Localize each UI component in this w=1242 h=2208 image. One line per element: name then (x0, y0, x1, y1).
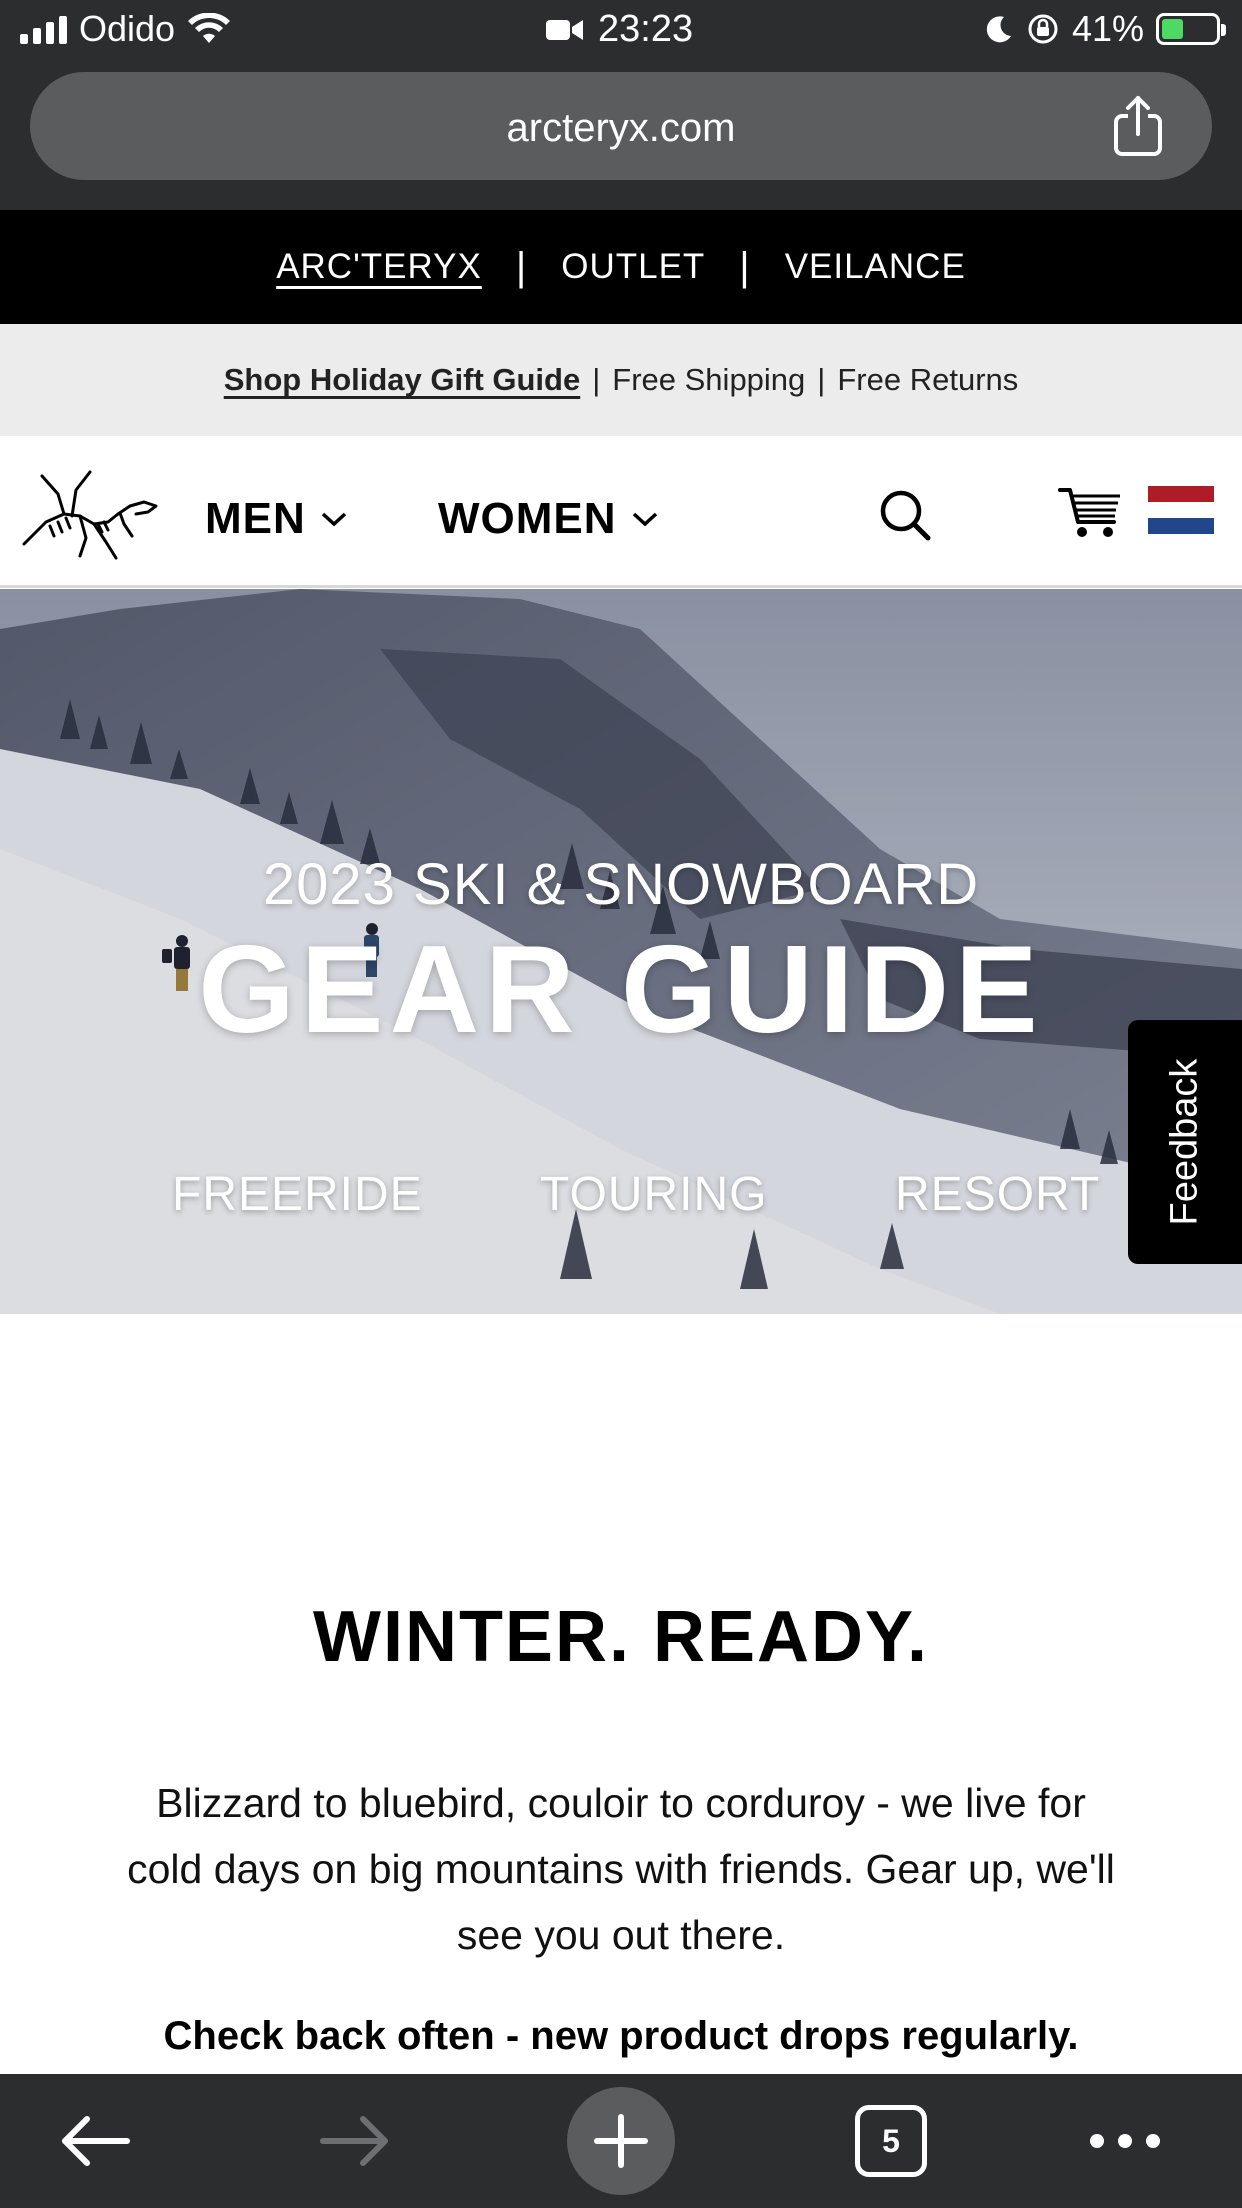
netherlands-flag-icon[interactable] (1148, 486, 1214, 534)
moon-icon (986, 16, 1011, 43)
browser-toolbar: arcteryx.com (0, 62, 1242, 210)
battery-percent: 41% (1071, 8, 1144, 49)
main-nav: MEN WOMEN (0, 436, 1242, 588)
feedback-label: Feedback (1163, 1058, 1206, 1226)
share-icon[interactable] (1108, 94, 1168, 158)
free-returns-text: Free Returns (837, 362, 1019, 397)
forward-button[interactable] (300, 2074, 410, 2208)
hero-banner[interactable]: 2023 SKI & SNOWBOARD GEAR GUIDE FREERIDE… (0, 589, 1242, 1314)
hero-link-resort[interactable]: RESORT (895, 1167, 1100, 1222)
cart-icon[interactable] (1058, 484, 1122, 540)
rotation-lock-icon (1028, 14, 1058, 44)
video-camera-icon (546, 19, 583, 40)
brand-link-outlet[interactable]: OUTLET (561, 247, 705, 287)
divider: | (592, 362, 601, 397)
feedback-tab[interactable]: Feedback (1128, 1020, 1242, 1264)
nav-women-label: WOMEN (438, 494, 617, 543)
arrow-left-icon (62, 2116, 130, 2166)
section-body: Blizzard to bluebird, couloir to corduro… (127, 1780, 1115, 1958)
wifi-icon (188, 13, 231, 43)
carrier-name: Odido (79, 8, 176, 49)
status-left: Odido (20, 8, 231, 50)
section-heading: WINTER. READY. (312, 1597, 930, 1677)
cellular-signal-icon (20, 14, 67, 44)
chevron-down-icon (321, 512, 346, 527)
search-icon[interactable] (878, 488, 932, 542)
gift-guide-link[interactable]: Shop Holiday Gift Guide (224, 362, 581, 398)
hero-link-touring[interactable]: TOURING (540, 1167, 767, 1222)
divider: | (739, 244, 751, 289)
battery-icon (1156, 13, 1226, 45)
divider: | (817, 362, 826, 397)
arrow-right-icon (320, 2116, 388, 2166)
hero-subtitle: 2023 SKI & SNOWBOARD (262, 852, 980, 917)
address-bar[interactable]: arcteryx.com (30, 72, 1212, 180)
brand-link-veilance[interactable]: VEILANCE (785, 247, 966, 287)
tabs-button[interactable]: 5 (836, 2074, 946, 2208)
divider: | (515, 244, 528, 289)
nav-men[interactable]: MEN (205, 494, 348, 544)
nav-men-label: MEN (205, 494, 306, 543)
status-bar: Odido 23:23 41% (0, 0, 1242, 62)
arcteryx-logo[interactable] (20, 466, 160, 562)
url-text[interactable]: arcteryx.com (30, 106, 1212, 151)
status-right: 41% (984, 8, 1226, 50)
new-tab-button[interactable] (566, 2074, 676, 2208)
status-center: 23:23 (546, 8, 693, 51)
brand-link-arcteryx[interactable]: ARC'TERYX (276, 247, 482, 287)
tab-count: 5 (855, 2105, 927, 2177)
new-tab-circle (567, 2087, 675, 2195)
back-button[interactable] (40, 2074, 150, 2208)
plus-icon (594, 2114, 648, 2168)
section-note: Check back often - new product drops reg… (163, 2014, 1079, 2058)
chevron-down-icon (632, 512, 657, 527)
browser-bottom-toolbar: 5 (0, 2074, 1242, 2208)
free-shipping-text: Free Shipping (612, 362, 806, 397)
nav-women[interactable]: WOMEN (438, 494, 659, 544)
hero-title: GEAR GUIDE (198, 921, 1044, 1059)
hero-link-freeride[interactable]: FREERIDE (172, 1167, 423, 1222)
clock: 23:23 (598, 8, 694, 50)
brand-bar: ARC'TERYX | OUTLET | VEILANCE (0, 210, 1242, 324)
more-dots-icon (1090, 2134, 1160, 2148)
more-button[interactable] (1070, 2074, 1180, 2208)
promo-bar: Shop Holiday Gift Guide | Free Shipping … (0, 324, 1242, 436)
